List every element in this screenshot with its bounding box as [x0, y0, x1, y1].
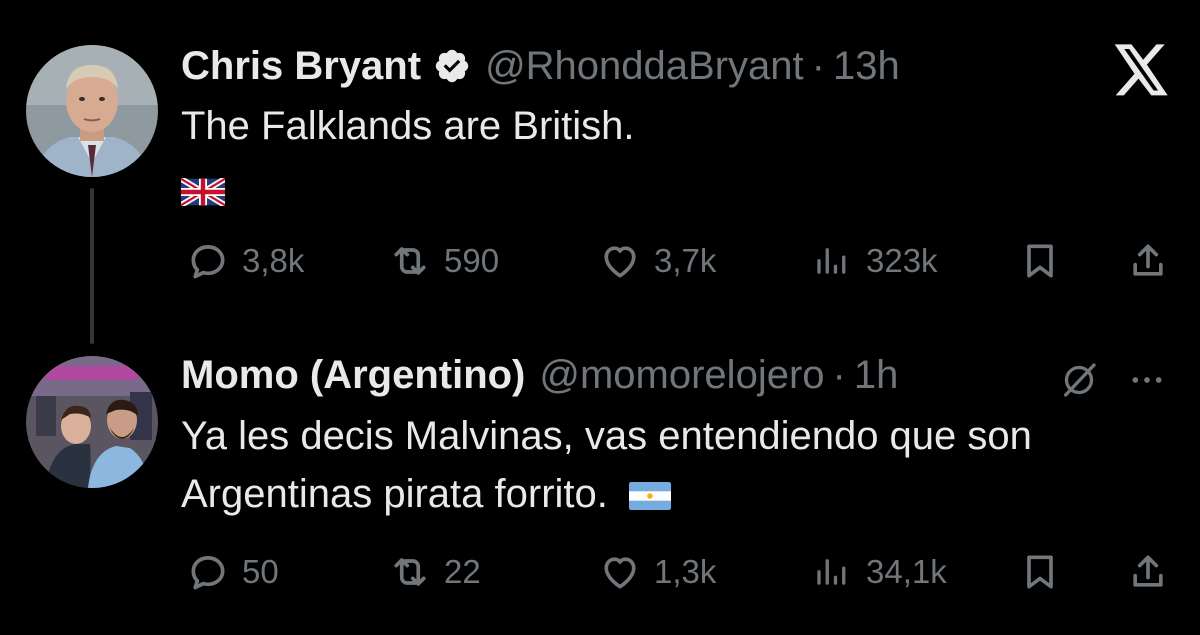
repost-icon: [394, 558, 426, 586]
reply-count: 50: [242, 553, 279, 590]
post-time[interactable]: 1h: [854, 350, 899, 400]
more-options-icon[interactable]: [1124, 360, 1170, 400]
repost-icon: [394, 247, 426, 275]
post-time[interactable]: 13h: [833, 41, 900, 91]
x-logo-icon[interactable]: [1114, 44, 1170, 96]
bookmark-icon: [1027, 244, 1053, 278]
like-count: 3,7k: [654, 242, 717, 279]
uk-flag-icon: [181, 178, 225, 207]
reply-button[interactable]: 3,8k: [186, 236, 304, 286]
bookmark-button[interactable]: [1018, 547, 1062, 597]
views-button[interactable]: 34,1k: [810, 547, 947, 597]
views-icon: [817, 559, 846, 585]
like-count: 1,3k: [654, 553, 717, 590]
tweet-actions: 50 22 1,3k 34,1k: [180, 547, 1170, 597]
reply-button[interactable]: 50: [186, 547, 279, 597]
tweet-reply[interactable]: Momo (Argentino) @momorelojero · 1h Ya l…: [0, 320, 1200, 635]
tweet-header: Chris Bryant @RhonddaBryant · 13h: [181, 41, 900, 91]
views-icon: [817, 248, 846, 274]
share-icon: [1133, 555, 1163, 587]
views-button[interactable]: 323k: [810, 236, 938, 286]
separator-dot: ·: [811, 44, 825, 88]
like-button[interactable]: 3,7k: [598, 236, 716, 286]
argentina-flag-icon: [629, 482, 671, 511]
author-handle[interactable]: @RhonddaBryant: [485, 41, 804, 91]
author-name[interactable]: Momo (Argentino): [181, 350, 525, 400]
like-icon: [604, 246, 636, 278]
like-button[interactable]: 1,3k: [598, 547, 716, 597]
views-count: 323k: [866, 242, 938, 279]
repost-button[interactable]: 22: [388, 547, 481, 597]
share-icon: [1133, 244, 1163, 276]
tweet-text: Ya les decis Malvinas, vas entendiendo q…: [181, 410, 1181, 520]
bookmark-button[interactable]: [1018, 236, 1062, 286]
tweet-original[interactable]: Chris Bryant @RhonddaBryant · 13h The Fa…: [0, 0, 1200, 344]
share-button[interactable]: [1126, 236, 1170, 286]
tweet-text: The Falklands are British.: [181, 100, 635, 216]
repost-button[interactable]: 590: [388, 236, 499, 286]
grok-icon[interactable]: [1056, 360, 1102, 400]
share-button[interactable]: [1126, 547, 1170, 597]
tweet-text-line: Ya les decis Malvinas, vas entendiendo q…: [181, 414, 1032, 458]
separator-dot: ·: [832, 353, 846, 397]
reply-icon: [191, 245, 225, 279]
tweet-header: Momo (Argentino) @momorelojero · 1h: [181, 350, 898, 400]
like-icon: [604, 557, 636, 589]
reply-icon: [191, 556, 225, 590]
verified-badge-icon: [435, 49, 469, 83]
tweet-text-line: The Falklands are British.: [181, 104, 635, 148]
avatar-chris-bryant[interactable]: [26, 45, 158, 177]
repost-count: 22: [444, 553, 481, 590]
reply-count: 3,8k: [242, 242, 305, 279]
author-name[interactable]: Chris Bryant: [181, 41, 421, 91]
repost-count: 590: [444, 242, 500, 279]
bookmark-icon: [1027, 555, 1053, 589]
tweet-actions: 3,8k 590 3,7k 323k: [180, 236, 1170, 286]
avatar-momo[interactable]: [26, 356, 158, 488]
author-handle[interactable]: @momorelojero: [539, 350, 824, 400]
tweet-text-line: Argentinas pirata forrito.: [181, 472, 608, 516]
views-count: 34,1k: [866, 553, 947, 590]
